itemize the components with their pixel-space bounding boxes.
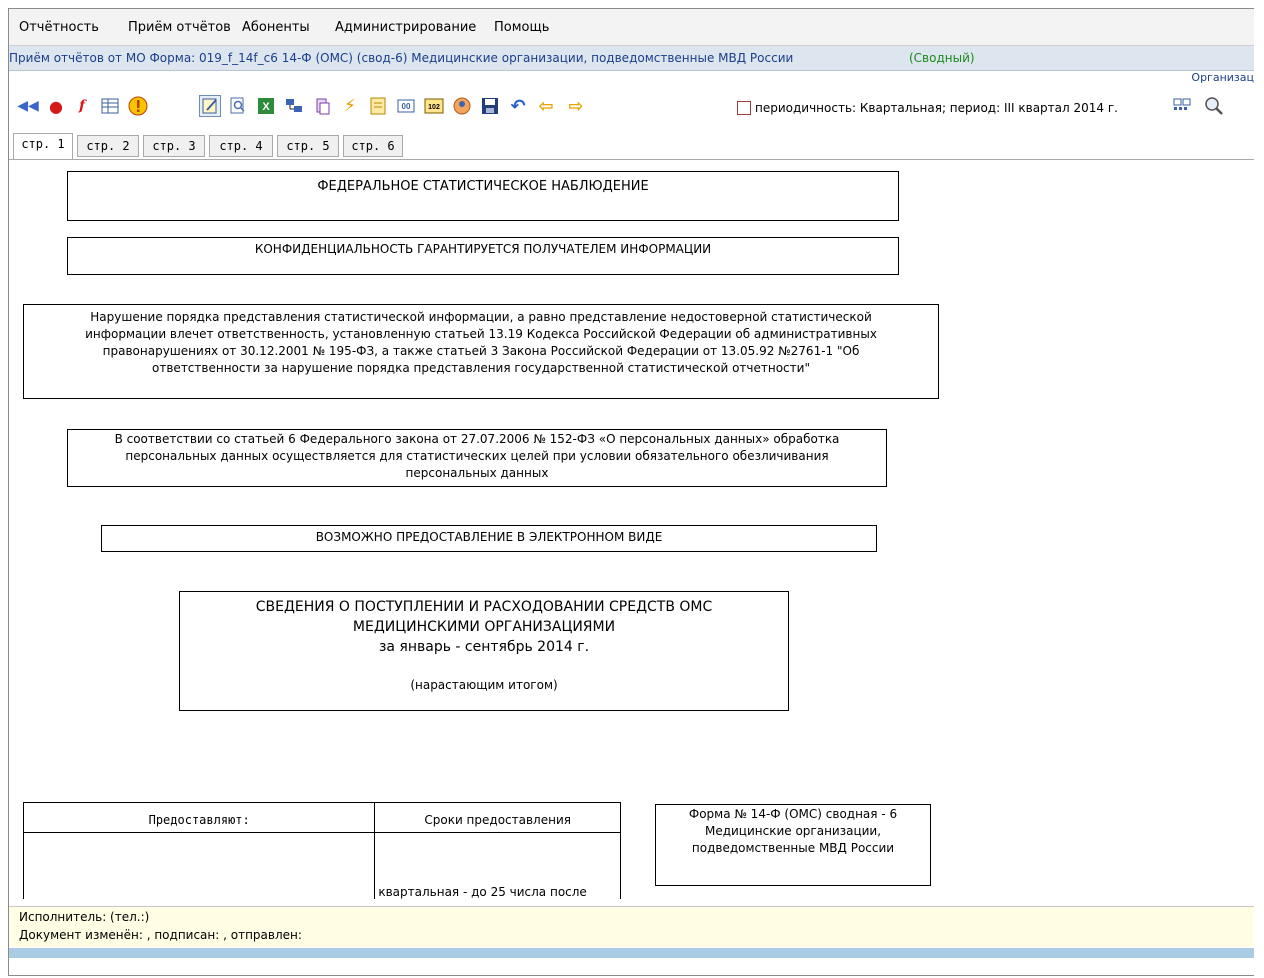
network-icon[interactable] <box>283 95 305 117</box>
federal-observation-box: ФЕДЕРАЛЬНОЕ СТАТИСТИЧЕСКОЕ НАБЛЮДЕНИЕ <box>67 171 899 221</box>
personal-line-3: персональных данных <box>405 466 549 480</box>
confidential-box: КОНФИДЕНЦИАЛЬНОСТЬ ГАРАНТИРУЕТСЯ ПОЛУЧАТ… <box>67 237 899 275</box>
tab-page-2[interactable]: стр. 2 <box>77 135 139 157</box>
violation-line-3: правонарушениях от 30.12.2001 № 195-ФЗ, … <box>102 344 860 358</box>
warning-icon[interactable] <box>127 95 149 117</box>
table-header-deadlines: Сроки предоставления <box>374 802 621 833</box>
first-arrows-icon[interactable]: ◀◀ <box>17 95 39 117</box>
document-changed-text: Документ изменён: , подписан: , отправле… <box>19 928 302 942</box>
app-window: Отчётность Приём отчётов Абоненты Админи… <box>8 8 1254 976</box>
bottom-scrollbar[interactable] <box>9 948 1254 958</box>
record-dot-icon[interactable]: ● <box>45 95 67 117</box>
tab-page-6[interactable]: стр. 6 <box>343 135 403 157</box>
submission-table: Предоставляют: Сроки предоставления квар… <box>22 802 621 899</box>
page-tabs: стр. 1 стр. 2 стр. 3 стр. 4 стр. 5 стр. … <box>9 133 1254 160</box>
function-icon[interactable]: f <box>71 95 93 117</box>
personal-line-2: персональных данных осуществляется для с… <box>125 449 829 463</box>
edit-note-icon[interactable] <box>199 95 221 117</box>
arrow-right-icon[interactable]: ⇨ <box>565 95 587 117</box>
tab-page-4[interactable]: стр. 4 <box>209 135 273 157</box>
menu-administration[interactable]: Администрирование <box>335 20 476 35</box>
report-title-box: СВЕДЕНИЯ О ПОСТУПЛЕНИИ И РАСХОДОВАНИИ СР… <box>179 591 789 711</box>
violation-notice-box: Нарушение порядка представления статисти… <box>23 304 939 399</box>
form-box-line-1: Форма № 14-Ф (ОМС) сводная - 6 <box>688 807 898 821</box>
table-cell-deadline: квартальная - до 25 числа после <box>374 832 621 899</box>
executor-text: Исполнитель: (тел.:) <box>19 910 150 924</box>
federal-observation-text: ФЕДЕРАЛЬНОЕ СТАТИСТИЧЕСКОЕ НАБЛЮДЕНИЕ <box>317 179 649 194</box>
report-title-line-3: за январь - сентябрь 2014 г. <box>378 639 590 655</box>
report-title-line-2: МЕДИЦИНСКИМИ ОРГАНИЗАЦИЯМИ <box>352 619 616 635</box>
violation-line-2: информации влечет ответственность, устан… <box>85 327 877 341</box>
form-status: (Сводный) <box>909 51 975 65</box>
menu-bar: Отчётность Приём отчётов Абоненты Админи… <box>9 9 1254 46</box>
tab-page-1[interactable]: стр. 1 <box>13 133 73 159</box>
table-cell-submitters[interactable] <box>22 832 376 899</box>
form-icon[interactable] <box>367 95 389 117</box>
tab-page-5[interactable]: стр. 5 <box>277 135 339 157</box>
arrow-left-icon[interactable]: ⇦ <box>535 95 557 117</box>
code-102-icon[interactable]: 102 <box>423 95 445 117</box>
excel-icon[interactable]: X <box>255 95 277 117</box>
organization-hint: Организац <box>1191 71 1254 84</box>
counter-icon[interactable]: 00 <box>395 95 417 117</box>
report-title-line-1: СВЕДЕНИЯ О ПОСТУПЛЕНИИ И РАСХОДОВАНИИ СР… <box>255 599 713 615</box>
search-doc-icon[interactable] <box>227 95 249 117</box>
lightning-icon[interactable]: ⚡ <box>339 95 361 117</box>
electronic-box: ВОЗМОЖНО ПРЕДОСТАВЛЕНИЕ В ЭЛЕКТРОННОМ ВИ… <box>101 525 877 552</box>
document-page: ФЕДЕРАЛЬНОЕ СТАТИСТИЧЕСКОЕ НАБЛЮДЕНИЕ КО… <box>9 159 1254 899</box>
table-icon[interactable] <box>99 95 121 117</box>
confidential-text: КОНФИДЕНЦИАЛЬНОСТЬ ГАРАНТИРУЕТСЯ ПОЛУЧАТ… <box>254 242 712 256</box>
form-title: Приём отчётов от МО Форма: 019_f_14f_c6 … <box>9 51 794 65</box>
grid-icon[interactable] <box>1171 95 1193 117</box>
period-selector[interactable]: периодичность: Квартальная; период: III … <box>737 101 1118 115</box>
form-title-bar: Приём отчётов от МО Форма: 019_f_14f_c6 … <box>9 46 1254 71</box>
electronic-text: ВОЗМОЖНО ПРЕДОСТАВЛЕНИЕ В ЭЛЕКТРОННОМ ВИ… <box>315 530 663 544</box>
paste-icon[interactable] <box>311 95 333 117</box>
svg-text:X: X <box>262 101 270 113</box>
menu-receive-reports[interactable]: Приём отчётов <box>128 20 231 35</box>
cumulative-text: (нарастающим итогом) <box>410 678 558 692</box>
svg-text:00: 00 <box>402 102 411 111</box>
violation-line-1: Нарушение порядка представления статисти… <box>90 310 872 324</box>
undo-icon[interactable]: ↶ <box>507 95 529 117</box>
user-icon[interactable] <box>451 95 473 117</box>
calendar-icon <box>737 101 751 115</box>
period-label: периодичность: Квартальная; период: III … <box>755 101 1118 115</box>
form-number-box: Форма № 14-Ф (ОМС) сводная - 6 Медицинск… <box>655 804 931 886</box>
save-icon[interactable] <box>479 95 501 117</box>
table-header-submitters: Предоставляют: <box>22 802 376 833</box>
toolbar: ◀◀ ● f X ⚡ 00 102 ↶ ⇦ ⇨ периодичность: К… <box>9 89 1254 127</box>
menu-subscribers[interactable]: Абоненты <box>242 20 310 35</box>
menu-reports[interactable]: Отчётность <box>19 20 99 35</box>
tab-page-3[interactable]: стр. 3 <box>143 135 205 157</box>
form-box-line-3: подведомственные МВД России <box>691 841 895 855</box>
personal-line-1: В соответствии со статьей 6 Федерального… <box>114 432 840 446</box>
status-panel: Исполнитель: (тел.:) Документ изменён: ,… <box>9 906 1254 947</box>
form-box-line-2: Медицинские организации, <box>704 824 882 838</box>
menu-help[interactable]: Помощь <box>494 20 549 35</box>
personal-data-box: В соответствии со статьей 6 Федерального… <box>67 429 887 487</box>
zoom-icon[interactable] <box>1203 95 1225 117</box>
violation-line-4: ответственности за нарушение порядка пре… <box>152 361 810 375</box>
svg-text:102: 102 <box>428 104 440 111</box>
